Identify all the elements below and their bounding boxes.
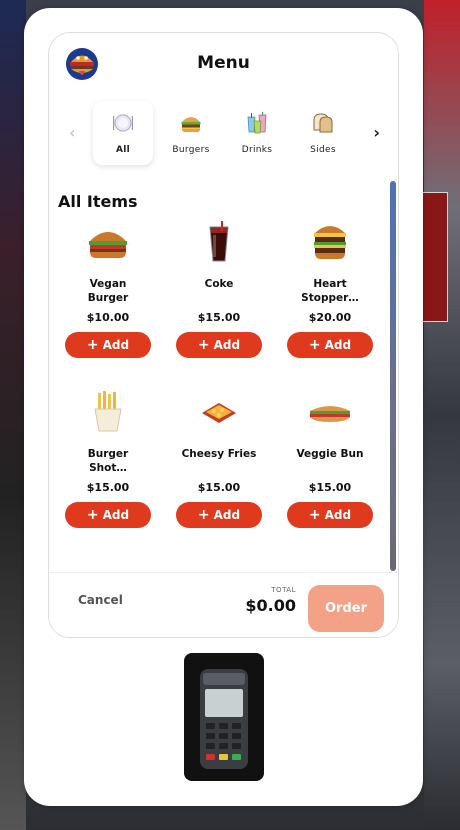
menu-item-card: Cheesy Fries $15.00 + Add (164, 389, 274, 528)
category-tab-sides[interactable]: Sides (293, 101, 353, 165)
plus-icon: + (197, 337, 210, 353)
order-footer: Cancel TOTAL $0.00 Order (49, 572, 398, 637)
menu-item-card: Vegan Burger $10.00 + Add (53, 219, 163, 358)
category-label: Drinks (241, 145, 273, 155)
item-name: Vegan Burger (87, 278, 129, 304)
background-left (0, 0, 26, 830)
menu-item-card: Burger Shot… $15.00 + Add (53, 389, 163, 528)
plus-icon: + (308, 507, 321, 523)
category-label: Sides (310, 145, 336, 155)
add-label: Add (213, 508, 241, 522)
plus-icon: + (197, 507, 210, 523)
fries-image-icon (94, 391, 122, 432)
item-name: Cheesy Fries (181, 448, 257, 460)
add-label: Add (324, 508, 352, 522)
page-title: Menu (197, 53, 250, 73)
add-label: Add (324, 338, 352, 352)
order-button[interactable]: Order (308, 585, 384, 632)
plus-icon: + (308, 337, 321, 353)
category-tab-burgers[interactable]: Burgers (161, 101, 221, 165)
menu-panel: Menu ‹ All Burgers Drinks Sides › All It… (48, 32, 399, 638)
sandwich-image-icon (310, 406, 350, 422)
item-name: Coke (204, 278, 234, 290)
drinks-icon (247, 112, 267, 134)
cancel-button[interactable]: Cancel (78, 593, 123, 607)
add-button[interactable]: + Add (176, 332, 262, 358)
item-price: $20.00 (308, 311, 352, 324)
item-name: Heart Stopper… (301, 278, 359, 304)
add-button[interactable]: + Add (287, 332, 373, 358)
item-price: $10.00 (86, 311, 130, 324)
add-button[interactable]: + Add (287, 502, 373, 528)
double-burger-image-icon (314, 226, 346, 259)
cola-image-icon (209, 221, 229, 262)
total-value: $0.00 (245, 596, 296, 615)
category-tab-all[interactable]: All (93, 101, 153, 165)
category-label: Burgers (172, 145, 210, 155)
plus-icon: + (86, 337, 99, 353)
payment-terminal (184, 653, 264, 781)
bread-icon (313, 113, 333, 133)
add-button[interactable]: + Add (65, 502, 151, 528)
item-name: Burger Shot… (87, 448, 129, 474)
chevron-left-icon[interactable]: ‹ (69, 123, 75, 142)
menu-item-card: Heart Stopper… $20.00 + Add (275, 219, 385, 358)
item-name: Veggie Bun (296, 448, 364, 460)
item-price: $15.00 (308, 481, 352, 494)
chevron-right-icon[interactable]: › (373, 123, 380, 142)
item-price: $15.00 (197, 311, 241, 324)
background-right (424, 0, 460, 830)
add-label: Add (213, 338, 241, 352)
menu-header: Menu (49, 33, 398, 95)
kiosk-device: Menu ‹ All Burgers Drinks Sides › All It… (24, 8, 423, 806)
total-label: TOTAL (271, 586, 296, 594)
menu-item-card: Veggie Bun $15.00 + Add (275, 389, 385, 528)
category-label: All (115, 145, 131, 155)
item-price: $15.00 (86, 481, 130, 494)
burger-icon (181, 117, 201, 132)
plus-icon: + (86, 507, 99, 523)
add-label: Add (102, 338, 130, 352)
section-title: All Items (58, 192, 138, 211)
burger-image-icon (89, 232, 127, 258)
add-button[interactable]: + Add (65, 332, 151, 358)
add-label: Add (102, 508, 130, 522)
category-bar: ‹ All Burgers Drinks Sides › (49, 101, 398, 171)
category-tab-drinks[interactable]: Drinks (227, 101, 287, 165)
scrollbar-thumb[interactable] (390, 181, 396, 571)
cheesy-fries-image-icon (202, 403, 236, 423)
plate-icon (113, 114, 133, 132)
card-terminal-icon (200, 669, 248, 769)
item-price: $15.00 (197, 481, 241, 494)
add-button[interactable]: + Add (176, 502, 262, 528)
scrollbar[interactable] (390, 181, 396, 571)
menu-item-card: Coke $15.00 + Add (164, 219, 274, 358)
